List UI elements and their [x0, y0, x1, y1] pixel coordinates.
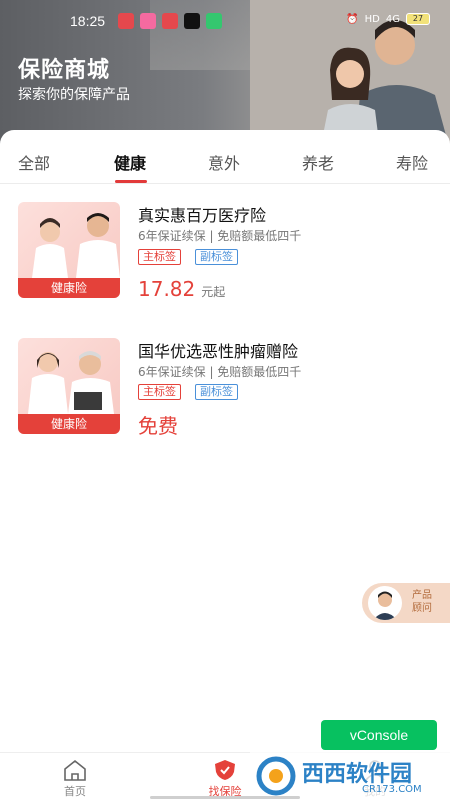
app-notification-icon: [140, 13, 156, 29]
tab-health[interactable]: 健康: [114, 150, 146, 174]
watermark-logo: [256, 756, 296, 796]
product-price: 17.82 元起: [138, 277, 225, 301]
price-value: 17.82: [138, 277, 196, 301]
status-time: 18:25: [70, 13, 106, 29]
home-icon: [64, 759, 86, 781]
product-name[interactable]: 真实惠百万医疗险: [138, 202, 266, 226]
tab-all[interactable]: 全部: [18, 150, 50, 174]
message-icon: [206, 13, 222, 29]
page-title: 保险商城: [18, 58, 111, 83]
primary-badge: 主标签: [138, 249, 181, 265]
nav-label-home: 首页: [64, 785, 86, 798]
product-image: 健康险: [18, 202, 120, 298]
product-category-tag: 健康险: [18, 414, 120, 434]
product-name[interactable]: 国华优选恶性肿瘤赠险: [138, 338, 298, 362]
status-bar: 18:25 ⏰ HD 4G 27: [0, 0, 450, 44]
active-tab-indicator: [115, 180, 147, 183]
product-card[interactable]: 健康险 国华优选恶性肿瘤赠险 6年保证续保 | 免赔额最低四千 主标签 副标签 …: [0, 336, 450, 456]
tab-pension[interactable]: 养老: [302, 150, 334, 174]
secondary-badge: 副标签: [195, 384, 238, 400]
product-image: 健康险: [18, 338, 120, 434]
tab-life[interactable]: 寿险: [396, 150, 428, 174]
alarm-icon: ⏰: [346, 13, 359, 25]
watermark-url: CR173.COM: [362, 784, 422, 795]
advisor-avatar: [368, 586, 402, 620]
nav-item-home[interactable]: 首页: [35, 753, 115, 800]
product-category-tag: 健康险: [18, 278, 120, 298]
tiktok-icon: [184, 13, 200, 29]
product-description: 6年保证续保 | 免赔额最低四千: [138, 365, 302, 379]
system-indicators: ⏰ HD 4G 27: [346, 13, 430, 25]
price-value: 免费: [138, 414, 178, 438]
network-label: HD: [364, 13, 380, 25]
product-price: 免费: [138, 410, 178, 439]
signal-label: 4G: [385, 13, 400, 25]
shield-icon: [215, 760, 235, 780]
calendar-icon: [162, 13, 178, 29]
home-indicator: [150, 796, 300, 799]
price-unit: 元起: [201, 285, 226, 299]
vconsole-button[interactable]: vConsole: [321, 720, 437, 750]
page-subtitle: 探索你的保障产品: [18, 87, 130, 103]
product-card[interactable]: 健康险 真实惠百万医疗险 6年保证续保 | 免赔额最低四千 主标签 副标签 17…: [0, 200, 450, 320]
app-notification-icon: [118, 13, 134, 29]
header-banner: 18:25 ⏰ HD 4G 27 保险商城 探索你的保障产品: [0, 0, 450, 150]
secondary-badge: 副标签: [195, 249, 238, 265]
doctor-illustration: [32, 213, 120, 278]
advisor-label: 产品顾问: [412, 590, 432, 614]
tab-accident[interactable]: 意外: [208, 150, 240, 174]
notification-icons: [118, 13, 222, 29]
category-tabs: 全部 健康 意外 养老 寿险: [0, 130, 450, 184]
product-description: 6年保证续保 | 免赔额最低四千: [138, 229, 302, 243]
doctors-illustration: [28, 351, 114, 414]
battery-icon: 27: [406, 13, 430, 25]
product-advisor-button[interactable]: 产品顾问: [362, 583, 450, 623]
primary-badge: 主标签: [138, 384, 181, 400]
watermark: 西西软件园 CR173.COM: [250, 752, 450, 800]
